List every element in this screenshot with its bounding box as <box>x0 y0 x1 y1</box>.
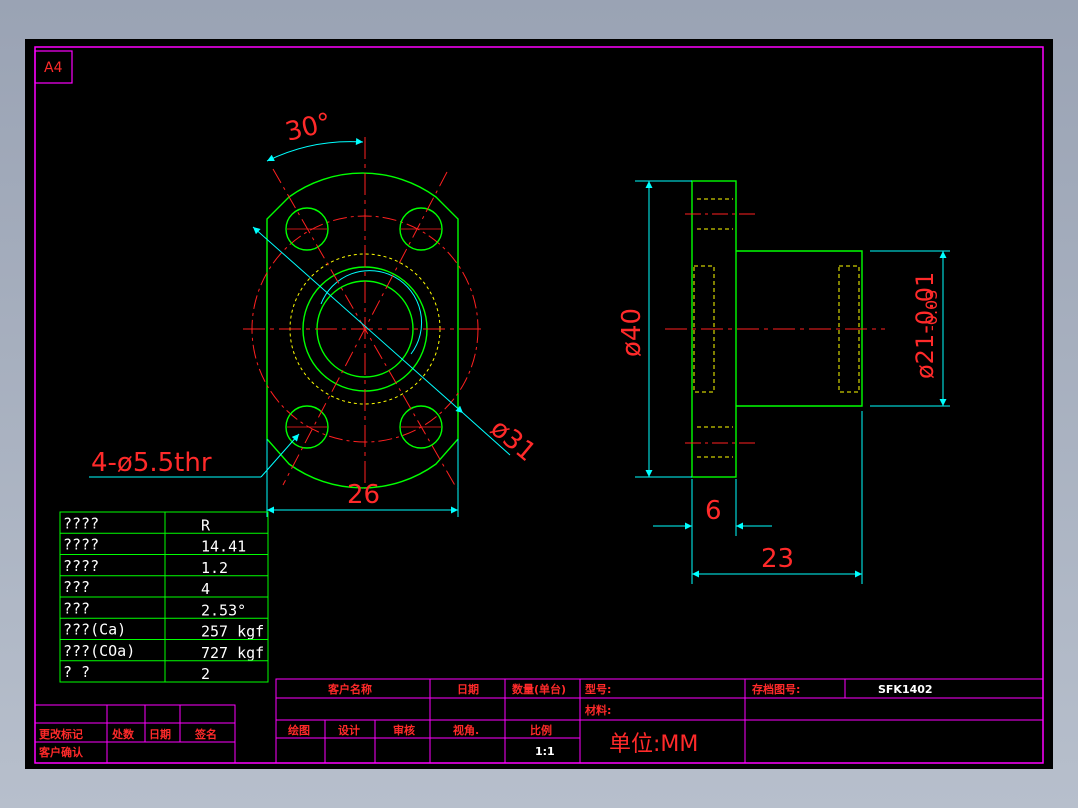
tb-date: 日期 <box>457 682 479 696</box>
spec-row-value: 257 kgf <box>201 623 264 641</box>
spec-row-key: ??? <box>63 578 90 596</box>
cad-viewport[interactable]: A4 30° ø31 4-ø5.5thr 26 ø40 ø21-0.01 -0.… <box>25 39 1053 769</box>
rev-signature: 签名 <box>194 727 217 741</box>
rev-customer-confirm: 客户确认 <box>38 745 84 759</box>
length-label: 23 <box>761 544 794 574</box>
spec-row-value: 4 <box>201 580 210 598</box>
rev-location: 处数 <box>111 727 135 741</box>
spec-row-value: 727 kgf <box>201 644 264 662</box>
drawing-canvas: A4 30° ø31 4-ø5.5thr 26 ø40 ø21-0.01 -0.… <box>34 46 1044 764</box>
flange-dia-label: ø40 <box>617 308 647 357</box>
tb-model: 型号: <box>585 682 611 696</box>
pcd-dim-line <box>252 226 464 414</box>
tb-material: 材料: <box>585 703 611 717</box>
spec-row-key: ??? <box>63 599 90 617</box>
width-dim-label: 26 <box>347 480 380 510</box>
spec-row-value: 14.41 <box>201 538 246 556</box>
title-block: 客户名称 日期 数量(单台) 型号: 存档图号: SFK1402 材料: 绘图 … <box>275 678 1044 764</box>
spec-row-key: ???(Ca) <box>63 621 126 639</box>
tb-design: 设计 <box>338 723 360 737</box>
tb-archive-value: SFK1402 <box>878 683 933 696</box>
revision-block: 更改标记 处数 日期 签名 客户确认 <box>34 704 236 764</box>
tb-unit: 单位:MM <box>609 732 698 757</box>
sheet-size-label: A4 <box>44 60 63 76</box>
tb-review: 审核 <box>393 723 415 737</box>
flange-thk-label: 6 <box>705 496 722 526</box>
tb-archive-no: 存档图号: <box>752 682 800 696</box>
spec-table: ???? R???? 14.41???? 1.2??? 4??? 2.53° ???(Ca)… <box>59 511 269 683</box>
spec-row-value: 2 <box>201 665 210 683</box>
tb-scale-value: 1:1 <box>535 745 555 758</box>
spec-row-key: ? ? <box>63 663 90 681</box>
tb-quantity: 数量(单台) <box>512 682 566 696</box>
tb-drawn: 绘图 <box>288 723 310 737</box>
spec-row-key: ???? <box>63 514 99 532</box>
holes-label: 4-ø5.5thr <box>91 448 212 478</box>
spec-row-key: ???? <box>63 536 99 554</box>
tb-scale: 比例 <box>530 723 552 737</box>
spec-row-key: ???? <box>63 557 99 575</box>
rev-date: 日期 <box>149 727 171 741</box>
spec-row-value: R <box>201 516 211 534</box>
angle-dim-arc <box>266 138 364 162</box>
tb-view-angle: 视角. <box>453 723 479 737</box>
shaft-dia-tolerance: -0.03 <box>922 290 941 331</box>
pcd-dim-label: ø31 <box>485 413 542 467</box>
spec-row-value: 1.2 <box>201 559 228 577</box>
spec-row-value: 2.53° <box>201 601 246 619</box>
tb-customer-name: 客户名称 <box>327 682 372 696</box>
rev-change-mark: 更改标记 <box>39 727 83 741</box>
sheet-outer-frame <box>34 46 1044 764</box>
side-view: ø40 ø21-0.01 -0.03 6 23 <box>617 180 950 584</box>
angle-dim-label: 30° <box>282 108 334 148</box>
front-view: 30° ø31 4-ø5.5thr 26 <box>89 108 541 517</box>
spec-row-key: ???(COa) <box>63 642 135 660</box>
